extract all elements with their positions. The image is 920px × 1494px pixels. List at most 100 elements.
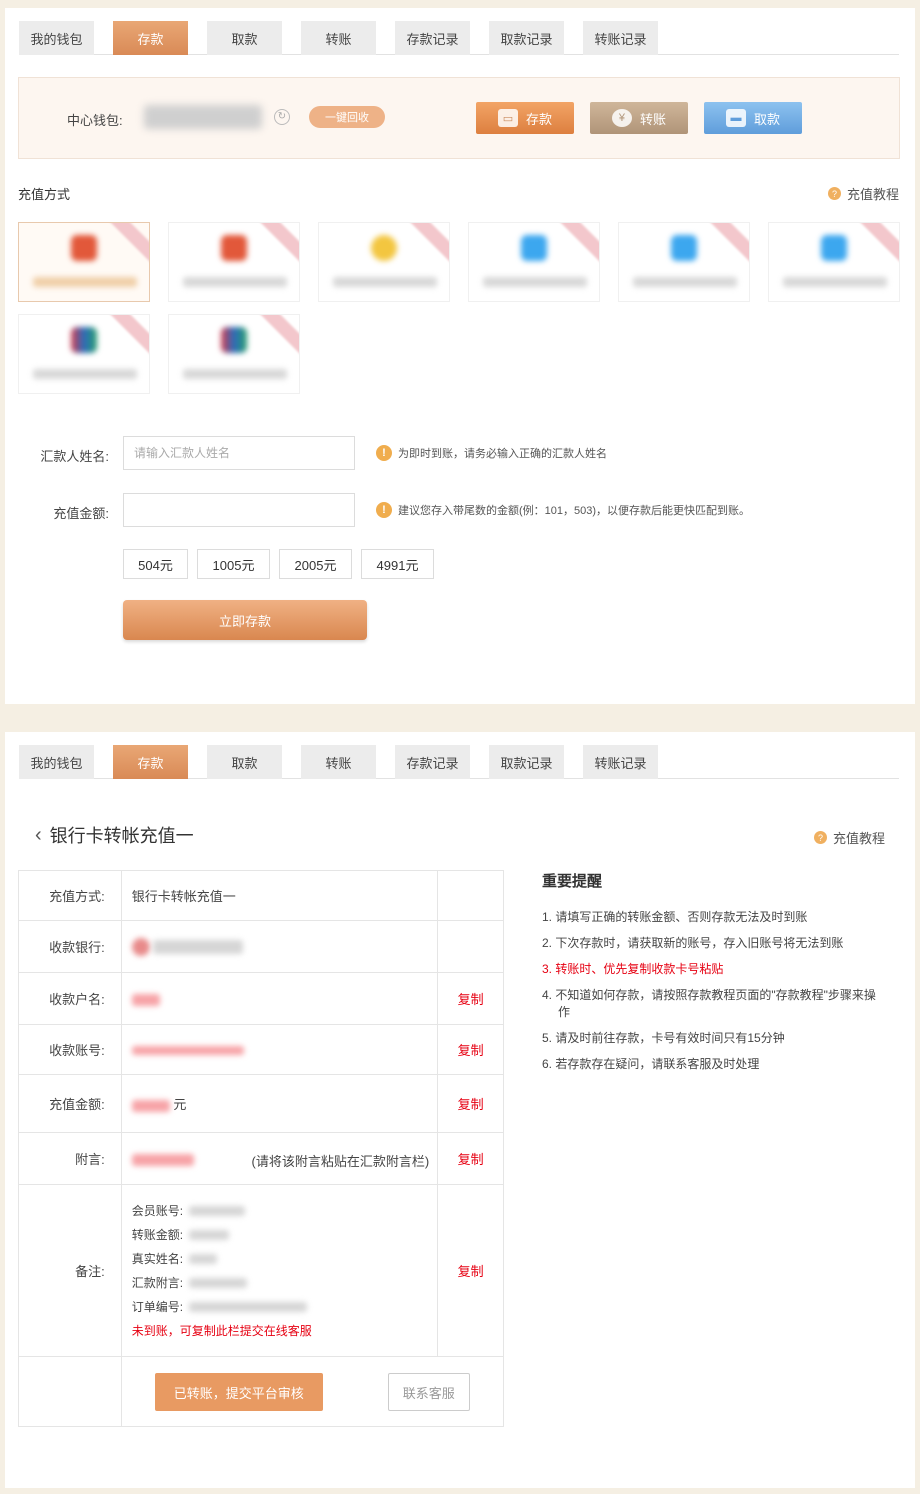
tab-transfer-records[interactable]: 转账记录 [583, 745, 658, 779]
copy-amount-button[interactable]: 复制 [437, 1074, 504, 1133]
promo-ribbon [109, 315, 149, 357]
pay-method-card[interactable] [768, 222, 900, 302]
memo-blurred [131, 1153, 194, 1166]
refresh-icon[interactable]: ↻ [274, 109, 290, 125]
tab-transfer[interactable]: 转账 [301, 745, 376, 779]
tab-transfer[interactable]: 转账 [301, 21, 376, 55]
quick-amount-button[interactable]: 2005元 [279, 549, 352, 579]
tab-my-wallet[interactable]: 我的钱包 [19, 745, 94, 779]
transfer-info-table: 充值方式: 银行卡转帐充值一 收款银行: 收款户名: 复制 收款账号: 复制 充… [18, 870, 505, 1427]
tab-withdraw-records[interactable]: 取款记录 [489, 745, 564, 779]
quick-amount-button[interactable]: 504元 [123, 549, 188, 579]
withdraw-button[interactable]: ▬ 取款 [704, 102, 802, 134]
amount-input[interactable] [123, 493, 355, 527]
deposit-panel: 我的钱包 存款 取款 转账 存款记录 取款记录 转账记录 中心钱包: ↻ 一键回… [5, 8, 915, 704]
pay-method-card[interactable] [168, 314, 300, 394]
important-notice: 重要提醒 1. 请填写正确的转账金额、否则存款无法及时到账 2. 下次存款时，请… [542, 870, 882, 1082]
recharge-method-title: 充值方式 [18, 187, 71, 202]
notice-item: 4. 不知道如何存款，请按照存款教程页面的"存款教程"步骤来操作 [542, 988, 876, 1019]
empty-cell [18, 1356, 122, 1427]
bank-logo-icon [71, 235, 97, 261]
table-row: 收款账号: 复制 [18, 1024, 504, 1075]
tab-withdraw-records[interactable]: 取款记录 [489, 21, 564, 55]
remark-line: 汇款附言: [132, 1271, 437, 1295]
promo-ribbon [409, 223, 449, 265]
recharge-tutorial-link[interactable]: ? 充值教程 [813, 828, 885, 847]
remark-line: 会员账号: [132, 1199, 437, 1223]
quick-amount-button[interactable]: 4991元 [361, 549, 434, 579]
pay-method-name [33, 369, 137, 379]
tab-withdraw[interactable]: 取款 [207, 745, 282, 779]
tab-deposit-records[interactable]: 存款记录 [395, 21, 470, 55]
pay-method-name [33, 277, 137, 287]
tab-deposit[interactable]: 存款 [113, 745, 188, 779]
chevron-left-icon[interactable]: ‹ [35, 824, 42, 847]
empty-cell [437, 920, 504, 973]
pay-method-card[interactable] [18, 222, 150, 302]
alipay-logo-icon [821, 235, 847, 261]
pay-method-name [183, 369, 287, 379]
amount-label: 充值金额: [53, 506, 109, 521]
recharge-amount-value: 元 [120, 1074, 439, 1133]
promo-ribbon [259, 315, 299, 357]
notice-title: 重要提醒 [542, 873, 603, 890]
tab-transfer-records[interactable]: 转账记录 [583, 21, 658, 55]
tab-deposit-records[interactable]: 存款记录 [395, 745, 470, 779]
contact-service-button[interactable]: 联系客服 [387, 1373, 470, 1411]
account-no-label: 收款账号: [18, 1024, 122, 1075]
transfer-button[interactable]: ¥ 转账 [590, 102, 688, 134]
remitter-name-input[interactable] [123, 436, 355, 470]
amount-unit: 元 [173, 1097, 187, 1112]
pay-method-card[interactable] [618, 222, 750, 302]
unionpay-logo-icon [71, 327, 97, 353]
tab-withdraw[interactable]: 取款 [207, 21, 282, 55]
remark-warning: 未到账，可复制此栏提交在线客服 [131, 1323, 312, 1338]
tab-my-wallet[interactable]: 我的钱包 [19, 21, 94, 55]
notice-item: 6. 若存款存在疑问，请联系客服及时处理 [542, 1057, 760, 1071]
wallet-balance [144, 105, 262, 129]
pay-method-name [333, 277, 437, 287]
pay-method-card[interactable] [18, 314, 150, 394]
confirm-transfer-button[interactable]: 已转账，提交平台审核 [154, 1373, 323, 1411]
remark-value: 会员账号: 转账金额: 真实姓名: 汇款附言: 订单编号: 未到账，可复制此栏提… [120, 1184, 439, 1357]
reclaim-button[interactable]: 一键回收 [309, 106, 385, 128]
copy-remark-button[interactable]: 复制 [437, 1184, 504, 1357]
pay-method-card[interactable] [168, 222, 300, 302]
account-no-blurred [131, 1046, 244, 1056]
withdraw-button-label: 取款 [753, 111, 780, 127]
memo-value: (请将该附言粘贴在汇款附言栏) [120, 1132, 439, 1185]
pay-method-name [633, 277, 737, 287]
action-cell: 已转账，提交平台审核 联系客服 [120, 1356, 505, 1427]
bank-name-blurred [153, 939, 244, 954]
notice-item: 1. 请填写正确的转账金额、否则存款无法及时到账 [542, 910, 808, 924]
remitter-hint: ! 为即时到账，请务必输入正确的汇款人姓名 [376, 445, 607, 461]
deposit-now-button[interactable]: 立即存款 [123, 600, 367, 640]
recharge-tutorial-link[interactable]: ? 充值教程 [827, 184, 899, 203]
deposit-button[interactable]: ▭ 存款 [476, 102, 574, 134]
tab-deposit[interactable]: 存款 [113, 21, 188, 55]
quick-amount-button[interactable]: 1005元 [197, 549, 270, 579]
pay-method-name [783, 277, 887, 287]
remark-line: 转账金额: [132, 1223, 437, 1247]
warning-icon: ! [376, 445, 392, 461]
copy-memo-button[interactable]: 复制 [437, 1132, 504, 1185]
copy-account-name-button[interactable]: 复制 [437, 972, 504, 1025]
pay-method-card[interactable] [318, 222, 450, 302]
amount-hint-text: 建议您存入带尾数的金额(例：101，503)，以便存款后能更快匹配到账。 [398, 505, 751, 517]
unionpay-logo-icon [221, 327, 247, 353]
pay-method-card[interactable] [468, 222, 600, 302]
notice-item: 3. 转账时、优先复制收款卡号粘贴 [542, 962, 724, 976]
page-title: 银行卡转帐充值一 [49, 826, 194, 846]
wallet-icon: ▭ [497, 109, 518, 127]
bank-label: 收款银行: [18, 920, 122, 973]
back-title[interactable]: ‹ 银行卡转帐充值一 [35, 822, 194, 848]
remark-line: 订单编号: [132, 1295, 437, 1319]
empty-cell [437, 870, 504, 921]
copy-account-no-button[interactable]: 复制 [437, 1024, 504, 1075]
transfer-button-label: 转账 [639, 111, 666, 127]
account-no-value [120, 1024, 439, 1075]
tab-bar: 我的钱包 存款 取款 转账 存款记录 取款记录 转账记录 [19, 745, 899, 779]
recharge-tutorial-label: 充值教程 [832, 831, 885, 846]
bank-logo-icon [131, 937, 150, 956]
remitter-hint-text: 为即时到账，请务必输入正确的汇款人姓名 [398, 448, 607, 460]
